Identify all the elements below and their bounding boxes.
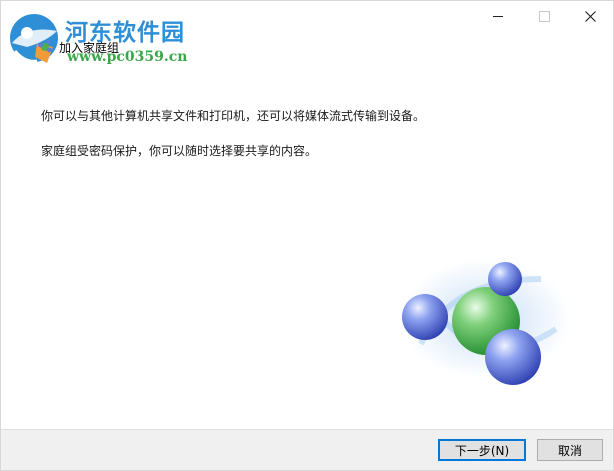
next-button[interactable]: 下一步(N) (438, 439, 526, 461)
hedong-logo-icon (10, 14, 58, 63)
minimize-icon (493, 15, 503, 17)
dialog-footer: 下一步(N) 取消 (1, 429, 613, 470)
close-icon (584, 10, 596, 22)
description-line-1: 你可以与其他计算机共享文件和打印机，还可以将媒体流式传输到设备。 (41, 109, 426, 123)
homegroup-spheres-illustration (401, 259, 571, 385)
maximize-icon (538, 10, 550, 22)
minimize-button[interactable] (475, 1, 521, 31)
cancel-button[interactable]: 取消 (537, 439, 603, 461)
description-line-2: 家庭组受密码保护，你可以随时选择要共享的内容。 (41, 144, 318, 158)
dialog-title: 加入家庭组 (59, 41, 120, 55)
homegroup-dialog-window: 河东软件园 www.pc0359.cn 加入家庭组 你可以与其他计算机共享文件和… (0, 0, 614, 471)
close-button[interactable] (567, 1, 613, 31)
maximize-button[interactable] (521, 1, 567, 31)
homegroup-icon (38, 40, 52, 53)
